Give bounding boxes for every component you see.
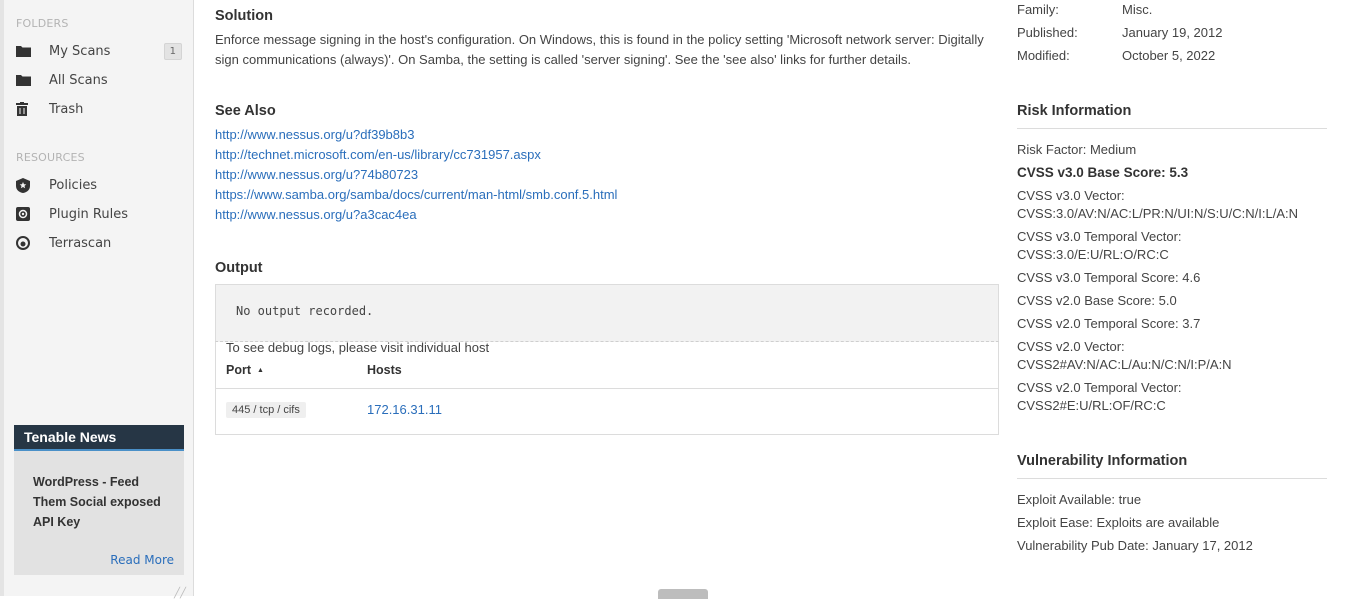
port-header-label: Port (226, 363, 251, 377)
modified-row: Modified: October 5, 2022 (1017, 48, 1215, 63)
published-label: Published: (1017, 25, 1078, 40)
plugin-rules-icon (16, 206, 38, 222)
sidebar-item-label: My Scans (49, 43, 111, 59)
family-row: Family: Misc. (1017, 2, 1152, 17)
sidebar-item-policies[interactable]: Policies (16, 172, 182, 198)
hosts-column-header[interactable]: Hosts (367, 363, 402, 377)
folder-icon (16, 72, 38, 88)
sidebar-item-plugin-rules[interactable]: Plugin Rules (16, 201, 182, 227)
ports-table: To see debug logs, please visit individu… (215, 340, 999, 435)
port-tag: 445 / tcp / cifs (226, 402, 306, 418)
published-row: Published: January 19, 2012 (1017, 25, 1222, 40)
news-heading: Tenable News (14, 425, 184, 451)
cvss3-vector-label: CVSS v3.0 Vector: (1017, 188, 1125, 203)
cvss2-vector: CVSS2#AV:N/AC:L/Au:N/C:N/I:P/A:N (1017, 357, 1232, 372)
cvss2-vector-label: CVSS v2.0 Vector: (1017, 339, 1125, 354)
vulnerability-information-heading: Vulnerability Information (1017, 453, 1327, 479)
sidebar: FOLDERS My Scans 1 All Scans Trash RESOU… (0, 0, 194, 599)
published-value: January 19, 2012 (1122, 25, 1223, 40)
cvss3-temporal-vector: CVSS:3.0/E:U/RL:O/RC:C (1017, 247, 1169, 262)
cvss3-base-score: CVSS v3.0 Base Score: 5.3 (1017, 165, 1189, 180)
scan-count-badge: 1 (163, 42, 182, 60)
cvss2-temporal-vector: CVSS2#E:U/RL:OF/RC:C (1017, 398, 1166, 413)
see-also-heading: See Also (215, 103, 276, 119)
modified-value: October 5, 2022 (1122, 48, 1216, 63)
news-body: WordPress - Feed Them Social exposed API… (14, 451, 184, 575)
risk-factor: Risk Factor: Medium (1017, 142, 1137, 157)
exploit-available: Exploit Available: true (1017, 492, 1142, 507)
scroll-to-top-handle[interactable] (658, 589, 708, 599)
see-also-list: http://www.nessus.org/u?df39b8b3 http://… (215, 125, 617, 225)
sort-ascending-icon: ▲ (257, 367, 264, 375)
table-divider (216, 388, 998, 389)
family-label: Family: (1017, 2, 1059, 17)
see-also-link[interactable]: http://technet.microsoft.com/en-us/libra… (215, 145, 617, 165)
see-also-link[interactable]: https://www.samba.org/samba/docs/current… (215, 185, 617, 205)
sidebar-item-my-scans[interactable]: My Scans 1 (16, 38, 182, 64)
vulnerability-pub-date: Vulnerability Pub Date: January 17, 2012 (1017, 538, 1253, 553)
family-value: Misc. (1122, 2, 1153, 17)
terrascan-icon (16, 235, 38, 251)
resize-grip-icon[interactable]: ╱╱ (174, 588, 186, 599)
sidebar-item-trash[interactable]: Trash (16, 96, 182, 122)
sidebar-item-label: Plugin Rules (49, 206, 128, 222)
read-more-link[interactable]: Read More (110, 553, 174, 567)
cvss2-temporal-vector-label: CVSS v2.0 Temporal Vector: (1017, 380, 1182, 395)
resources-heading: RESOURCES (16, 151, 85, 164)
sidebar-item-label: Terrascan (49, 235, 112, 251)
cvss2-base-score: CVSS v2.0 Base Score: 5.0 (1017, 293, 1177, 308)
sidebar-item-label: Policies (49, 177, 98, 193)
tenable-news-widget: Tenable News WordPress - Feed Them Socia… (14, 425, 184, 575)
port-column-header[interactable]: Port ▲ (226, 363, 264, 377)
cvss3-temporal-score: CVSS v3.0 Temporal Score: 4.6 (1017, 270, 1201, 285)
modified-label: Modified: (1017, 48, 1070, 63)
see-also-link[interactable]: http://www.nessus.org/u?74b80723 (215, 165, 617, 185)
output-box: No output recorded. (215, 284, 999, 342)
sidebar-item-terrascan[interactable]: Terrascan (16, 230, 182, 256)
output-heading: Output (215, 260, 263, 276)
sidebar-item-label: All Scans (49, 72, 108, 88)
see-also-link[interactable]: http://www.nessus.org/u?df39b8b3 (215, 125, 617, 145)
cvss2-temporal-score: CVSS v2.0 Temporal Score: 3.7 (1017, 316, 1201, 331)
output-text: No output recorded. (236, 304, 374, 318)
risk-information-heading: Risk Information (1017, 103, 1327, 129)
debug-note: To see debug logs, please visit individu… (226, 340, 490, 355)
sidebar-edge (0, 0, 4, 596)
cvss3-temporal-vector-label: CVSS v3.0 Temporal Vector: (1017, 229, 1182, 244)
folders-heading: FOLDERS (16, 17, 69, 30)
solution-heading: Solution (215, 8, 273, 24)
policy-shield-icon (16, 177, 38, 193)
solution-text: Enforce message signing in the host's co… (215, 32, 984, 67)
sidebar-item-all-scans[interactable]: All Scans (16, 67, 182, 93)
folder-icon (16, 43, 38, 59)
exploit-ease: Exploit Ease: Exploits are available (1017, 515, 1220, 530)
trash-icon (16, 101, 38, 117)
cvss3-vector: CVSS:3.0/AV:N/AC:L/PR:N/UI:N/S:U/C:N/I:L… (1017, 206, 1299, 221)
news-title: WordPress - Feed Them Social exposed API… (33, 475, 161, 529)
see-also-link[interactable]: http://www.nessus.org/u?a3cac4ea (215, 205, 617, 225)
sidebar-item-label: Trash (49, 101, 84, 117)
host-link[interactable]: 172.16.31.11 (367, 402, 442, 417)
